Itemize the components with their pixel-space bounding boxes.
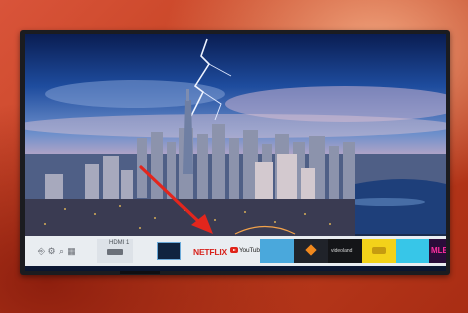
red-pointer-arrow xyxy=(139,165,213,234)
tv-stand-neck xyxy=(120,271,160,274)
tv-screen: ⎆ ⚙ ⌕ ▦ HDMI 1 NETFLIX YouTube videoland… xyxy=(25,34,446,271)
